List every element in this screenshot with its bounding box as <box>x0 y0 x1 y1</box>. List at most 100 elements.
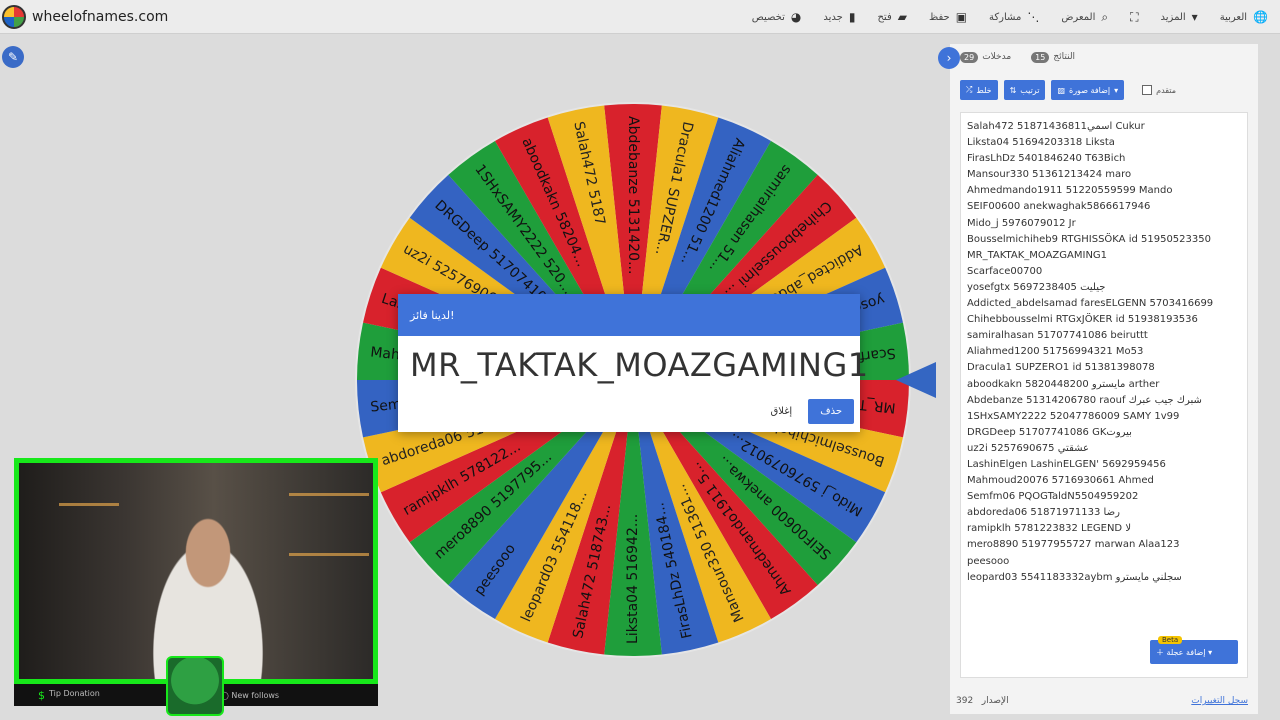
file-icon: ▮ <box>848 10 856 24</box>
wheel-label: Abdebanze 5131420... <box>625 116 641 274</box>
search-icon: ⌕ <box>1101 9 1109 24</box>
entry-line[interactable]: samiralhasan 51707741086 beiruttt <box>967 328 1241 344</box>
tip-label: Tip Donation <box>49 688 100 698</box>
add-image-label: إضافة صورة <box>1069 85 1111 95</box>
menu-more[interactable]: ▾ المزيد <box>1161 10 1198 24</box>
winner-name: MR_TAKTAK_MOAZGAMING1 <box>410 346 869 384</box>
entry-line[interactable]: Semfm06 PQOGTaldN5504959202 <box>967 489 1241 505</box>
chevron-down-icon: ▾ <box>1205 647 1213 657</box>
shuffle-button[interactable]: ⤮ خلط <box>960 80 998 100</box>
changelog-link[interactable]: سجل التغييرات <box>1191 696 1248 706</box>
entry-line[interactable]: LashinElgen LashinELGEN' 5692959456 <box>967 457 1241 473</box>
menu-gallery[interactable]: ⌕ المعرض <box>1061 10 1108 25</box>
menu-open[interactable]: ▰ فتح <box>877 10 907 24</box>
entry-line[interactable]: aboodkakn 5820448200 مايسترو arther <box>967 377 1241 393</box>
tab-results[interactable]: 15 النتائج <box>1031 51 1076 63</box>
plus-icon: ＋ <box>1156 647 1167 657</box>
shelf-light <box>289 493 369 496</box>
sort-button[interactable]: ⇅ ترتيب <box>1003 80 1046 100</box>
streamer-figure <box>123 483 293 679</box>
dollar-icon: $ <box>38 688 45 702</box>
sort-label: ترتيب <box>1020 85 1040 95</box>
wheel-pointer <box>896 362 936 398</box>
image-icon: ▨ <box>1057 85 1065 95</box>
entry-line[interactable]: Mido_j 5976079012 Jr <box>967 216 1241 232</box>
menu-customize-label: تخصيص <box>751 11 785 23</box>
dialog-title: لدينا فائز! <box>398 294 860 336</box>
entry-line[interactable]: 1SHxSAMY2222 52047786009 SAMY 1v99 <box>967 409 1241 425</box>
menu-language-label: العربية <box>1219 11 1248 23</box>
version-info: 392 الإصدار <box>956 696 1009 706</box>
advanced-checkbox[interactable]: متقدم <box>1142 85 1176 95</box>
entry-line[interactable]: Abdebanze 51314206780 raouf شبرك جيب عبر… <box>967 393 1241 409</box>
entry-line[interactable]: MR_TAKTAK_MOAZGAMING1 <box>967 248 1241 264</box>
menu-share-label: مشاركة <box>989 11 1022 23</box>
menu-save[interactable]: ▣ حفظ <box>929 10 967 24</box>
shuffle-label: خلط <box>976 85 992 95</box>
entry-line[interactable]: uz2i 5257690675 عشقتي <box>967 441 1241 457</box>
brand-name[interactable]: wheelofnames.com <box>32 9 168 25</box>
tab-entries-label: مدخلات <box>982 52 1012 62</box>
entry-line[interactable]: Aliahmed1200 51756994321 Mo53 <box>967 344 1241 360</box>
entry-line[interactable]: Liksta04 51694203318 Liksta <box>967 135 1241 151</box>
edit-pencil-button[interactable]: ✎ <box>2 46 24 68</box>
entry-line[interactable]: ramipklh 5781223832 LEGEND لا <box>967 521 1241 537</box>
share-icon: ⋰ <box>1027 10 1040 24</box>
entry-line[interactable]: mero8890 51977955727 marwan Alaa123 <box>967 537 1241 553</box>
tab-results-label: النتائج <box>1053 52 1076 62</box>
menu-new[interactable]: ▮ جديد <box>823 10 855 24</box>
entry-line[interactable]: Chihebbousselmi RTGxJÖKER id 51938193536 <box>967 312 1241 328</box>
entry-line[interactable]: FirasLhDz 5401846240 T63Bich <box>967 151 1241 167</box>
add-image-button[interactable]: ▨ إضافة صورة ▾ <box>1051 80 1125 100</box>
entry-line[interactable]: SEIF00600 anekwaghak5866617946 <box>967 199 1241 215</box>
entry-line[interactable]: Dracula1 SUPZERO1 id 51381398078 <box>967 360 1241 376</box>
follows-label: New follows <box>231 690 280 700</box>
menu-language[interactable]: 🌐 العربية <box>1220 10 1268 24</box>
entry-line[interactable]: abdoreda06 51871971133 رضا <box>967 505 1241 521</box>
entries-count-badge: 29 <box>960 51 979 63</box>
menu-fullscreen[interactable]: ⛶ <box>1130 10 1138 25</box>
add-wheel-label: إضافة عجلة <box>1166 647 1206 657</box>
tab-entries[interactable]: 29 مدخلات <box>960 51 1012 63</box>
shuffle-icon: ⤮ <box>966 85 973 94</box>
wheel-label: Liksta04 516942... <box>625 514 641 644</box>
results-count-badge: 15 <box>1031 51 1050 63</box>
entry-line[interactable]: Salah472 51871436811اسمي Cukur <box>967 119 1241 135</box>
palette-icon: ◕ <box>790 10 802 24</box>
menu-save-label: حفظ <box>928 11 950 23</box>
version-value: 392 <box>956 696 974 706</box>
shelf-light <box>59 503 119 506</box>
checkbox-box[interactable] <box>1142 85 1153 95</box>
entry-line[interactable]: yosefgtx 5697238405 جيليت <box>967 280 1241 296</box>
webcam-overlay <box>14 458 378 684</box>
sort-icon: ⇅ <box>1009 85 1017 95</box>
close-button[interactable]: إغلاق <box>770 406 792 417</box>
entries-textarea[interactable]: Salah472 51871436811اسمي Cukur Liksta04 5… <box>960 112 1248 678</box>
menu-new-label: جديد <box>823 11 843 23</box>
entry-line[interactable]: Ahmedmando1911 51220559599 Mando <box>967 183 1241 199</box>
chevron-down-icon: ▾ <box>1114 85 1119 95</box>
shelf-light <box>289 553 369 556</box>
app-logo[interactable] <box>2 4 26 29</box>
save-icon: ▣ <box>955 10 968 24</box>
entry-line[interactable]: Addicted_abdelsamad faresELGENN 57034166… <box>967 296 1241 312</box>
folder-icon: ▰ <box>897 10 907 24</box>
entry-line[interactable]: Mansour330 51361213424 maro <box>967 167 1241 183</box>
entry-line[interactable]: peesooo <box>967 554 1241 570</box>
menu-share[interactable]: ⋰ مشاركة <box>989 10 1039 24</box>
entry-line[interactable]: Bousselmichiheb9 RTGHISSÖKA id 519505233… <box>967 232 1241 248</box>
winner-dialog: لدينا فائز! MR_TAKTAK_MOAZGAMING1 إغلاق … <box>398 294 869 432</box>
advanced-label: متقدم <box>1156 85 1177 95</box>
version-label: الإصدار <box>981 696 1009 706</box>
beta-badge: Beta <box>1158 636 1183 644</box>
menu-customize[interactable]: ◕ تخصيص <box>752 10 802 24</box>
remove-button[interactable]: حذف <box>808 399 854 424</box>
top-menu: 🌐 العربية ▾ المزيد ⛶ ⌕ المعرض ⋰ مشاركة ▣ حفظ … <box>752 0 1268 34</box>
menu-more-label: المزيد <box>1160 11 1186 23</box>
streamer-avatar <box>166 656 224 716</box>
entry-line[interactable]: Mahmoud20076 5716930661 Ahmed <box>967 473 1241 489</box>
entry-line[interactable]: leopard03 5541183332aybm سجلني مايسترو <box>967 570 1241 586</box>
entry-line[interactable]: Scarface00700 <box>967 264 1241 280</box>
fullscreen-icon: ⛶ <box>1130 9 1139 24</box>
entry-line[interactable]: DRGDeep 51707741086 GKبيروت <box>967 425 1241 441</box>
